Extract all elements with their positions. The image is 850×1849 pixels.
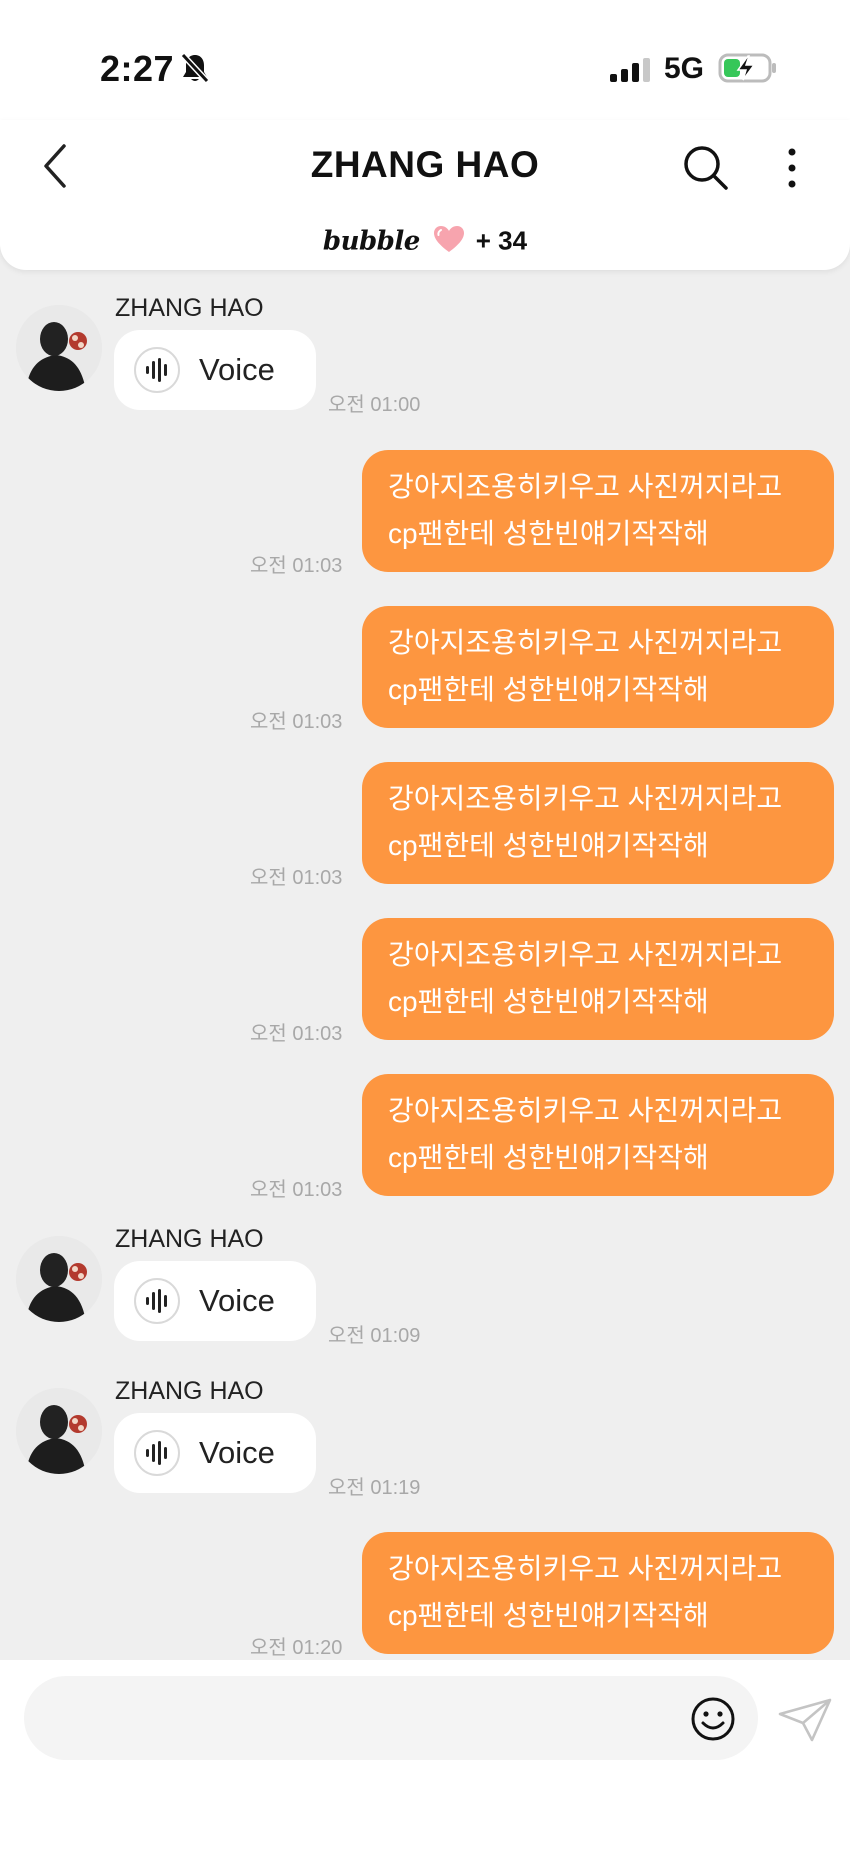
message-time: 오전 01:09 — [328, 1325, 421, 1347]
avatar[interactable] — [16, 1236, 102, 1322]
status-time: 2:27 — [100, 48, 175, 89]
outgoing-message: 강아지조용히키우고 사진꺼지라고 cp팬한테 성한빈얘기작작해오전 01:03 — [0, 918, 850, 1045]
message-time: 오전 01:03 — [250, 711, 343, 733]
network-type: 5G — [664, 52, 705, 85]
avatar[interactable] — [16, 305, 102, 391]
message-text-line: 강아지조용히키우고 사진꺼지라고 — [388, 939, 783, 970]
outgoing-message-bubble[interactable]: 강아지조용히키우고 사진꺼지라고 cp팬한테 성한빈얘기작작해 — [362, 1532, 834, 1654]
outgoing-message: 강아지조용히키우고 사진꺼지라고 cp팬한테 성한빈얘기작작해오전 01:03 — [0, 606, 850, 733]
send-paper-plane-icon[interactable] — [778, 1698, 832, 1747]
status-bar: 2:27 5G — [0, 0, 850, 120]
more-vertical-icon[interactable] — [785, 146, 799, 195]
message-time: 오전 01:03 — [250, 1023, 343, 1045]
message-time: 오전 01:03 — [250, 1179, 343, 1201]
outgoing-message: 강아지조용히키우고 사진꺼지라고 cp팬한테 성한빈얘기작작해오전 01:03 — [0, 762, 850, 889]
message-time: 오전 01:20 — [250, 1637, 343, 1659]
emoji-smile-icon[interactable] — [690, 1696, 736, 1747]
outgoing-message: 강아지조용히키우고 사진꺼지라고 cp팬한테 성한빈얘기작작해오전 01:03 — [0, 450, 850, 577]
voice-message-bubble[interactable]: Voice — [114, 1261, 316, 1341]
message-text-line: 강아지조용히키우고 사진꺼지라고 — [388, 783, 783, 814]
message-input[interactable] — [24, 1676, 758, 1760]
sender-name: ZHANG HAO — [115, 1377, 264, 1405]
message-text-line: 강아지조용히키우고 사진꺼지라고 — [388, 627, 783, 658]
sender-name: ZHANG HAO — [115, 1225, 264, 1253]
message-text-line: cp팬한테 성한빈얘기작작해 — [388, 1600, 709, 1631]
message-text-line: 강아지조용히키우고 사진꺼지라고 — [388, 1095, 783, 1126]
outgoing-message-bubble[interactable]: 강아지조용히키우고 사진꺼지라고 cp팬한테 성한빈얘기작작해 — [362, 1074, 834, 1196]
voice-message-bubble[interactable]: Voice — [114, 1413, 316, 1493]
message-text-line: cp팬한테 성한빈얘기작작해 — [388, 674, 709, 705]
outgoing-message-bubble[interactable]: 강아지조용히키우고 사진꺼지라고 cp팬한테 성한빈얘기작작해 — [362, 450, 834, 572]
bubble-count-bar[interactable]: bubble + 34 — [0, 224, 850, 261]
voice-label: Voice — [199, 1435, 275, 1470]
signal-bars-icon — [610, 58, 652, 87]
message-text-line: cp팬한테 성한빈얘기작작해 — [388, 518, 709, 549]
outgoing-message: 강아지조용히키우고 사진꺼지라고 cp팬한테 성한빈얘기작작해오전 01:20 — [0, 1532, 850, 1659]
search-icon[interactable] — [682, 144, 730, 197]
message-time: 오전 01:19 — [328, 1477, 421, 1499]
voice-message-bubble[interactable]: Voice — [114, 330, 316, 410]
incoming-message: ZHANG HAO Voice 오전 01:19 — [0, 1377, 850, 1499]
voice-waveform-icon — [134, 1278, 180, 1324]
message-time: 오전 01:03 — [250, 867, 343, 889]
outgoing-message-bubble[interactable]: 강아지조용히키우고 사진꺼지라고 cp팬한테 성한빈얘기작작해 — [362, 606, 834, 728]
message-time: 오전 01:03 — [250, 555, 343, 577]
voice-label: Voice — [199, 352, 275, 387]
incoming-message: ZHANG HAO Voice 오전 01:09 — [0, 1225, 850, 1347]
chat-header: ZHANG HAO bubble + 34 — [0, 120, 850, 270]
bubble-brand: bubble — [322, 226, 420, 257]
voice-label: Voice — [199, 1283, 275, 1318]
battery-charging-icon — [718, 52, 778, 89]
bubble-count: + 34 — [475, 225, 528, 256]
outgoing-message-bubble[interactable]: 강아지조용히키우고 사진꺼지라고 cp팬한테 성한빈얘기작작해 — [362, 918, 834, 1040]
message-time: 오전 01:00 — [328, 394, 421, 416]
incoming-message: ZHANG HAO Voice 오전 01:00 — [0, 294, 850, 416]
message-text-line: cp팬한테 성한빈얘기작작해 — [388, 986, 709, 1017]
chat-messages[interactable]: ZHANG HAO Voice 오전 01:00 강아지조용히키우고 사진꺼지라고 cp… — [0, 270, 850, 1660]
outgoing-message: 강아지조용히키우고 사진꺼지라고 cp팬한테 성한빈얘기작작해오전 01:03 — [0, 1074, 850, 1201]
outgoing-message-bubble[interactable]: 강아지조용히키우고 사진꺼지라고 cp팬한테 성한빈얘기작작해 — [362, 762, 834, 884]
message-text-line: cp팬한테 성한빈얘기작작해 — [388, 830, 709, 861]
heart-icon — [432, 224, 466, 261]
voice-waveform-icon — [134, 347, 180, 393]
message-text-line: cp팬한테 성한빈얘기작작해 — [388, 1142, 709, 1173]
message-text-line: 강아지조용히키우고 사진꺼지라고 — [388, 1553, 783, 1584]
message-text-line: 강아지조용히키우고 사진꺼지라고 — [388, 471, 783, 502]
avatar[interactable] — [16, 1388, 102, 1474]
message-composer — [0, 1660, 850, 1849]
bell-slash-icon — [180, 52, 210, 89]
sender-name: ZHANG HAO — [115, 294, 264, 322]
voice-waveform-icon — [134, 1430, 180, 1476]
